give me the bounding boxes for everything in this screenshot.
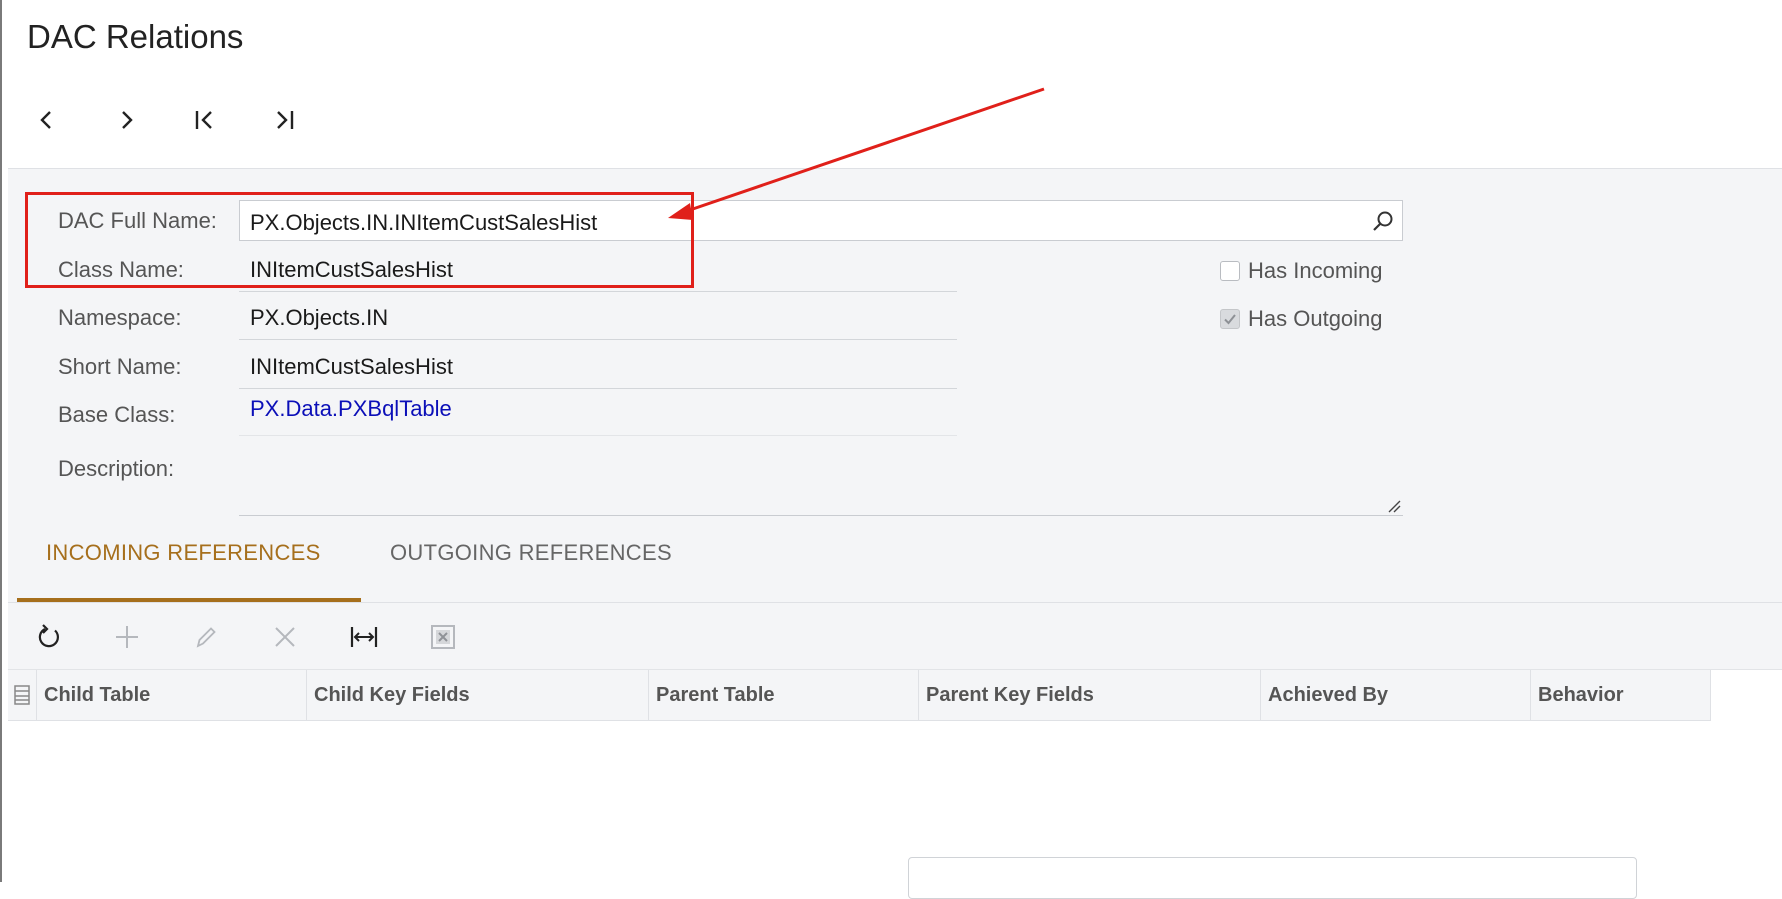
short-name-value: INItemCustSalesHist bbox=[250, 354, 453, 379]
column-header-behavior[interactable]: Behavior bbox=[1531, 670, 1711, 720]
search-icon[interactable] bbox=[1370, 208, 1396, 234]
has-outgoing-box[interactable] bbox=[1220, 309, 1240, 329]
column-header-parent-table[interactable]: Parent Table bbox=[649, 670, 919, 720]
refresh-button[interactable] bbox=[31, 619, 67, 655]
export-excel-icon bbox=[431, 625, 455, 649]
class-name-underline bbox=[239, 291, 957, 292]
first-page-icon bbox=[195, 111, 212, 129]
tab-incoming-references[interactable]: INCOMING REFERENCES bbox=[46, 540, 321, 566]
edit-row-button[interactable] bbox=[188, 619, 224, 655]
last-page-icon bbox=[277, 111, 294, 129]
base-class-link[interactable]: PX.Data.PXBqlTable bbox=[250, 396, 452, 422]
grid-toolbar bbox=[8, 603, 1782, 670]
namespace-value: PX.Objects.IN bbox=[250, 305, 389, 330]
add-icon bbox=[116, 626, 138, 648]
has-incoming-checkbox[interactable]: Has Incoming bbox=[1220, 258, 1383, 284]
description-textarea[interactable] bbox=[239, 443, 1403, 516]
add-row-button[interactable] bbox=[109, 619, 145, 655]
window-left-border bbox=[0, 0, 2, 882]
short-name-underline bbox=[239, 388, 957, 389]
fit-to-screen-icon bbox=[350, 627, 378, 647]
first-record-button[interactable] bbox=[185, 100, 225, 140]
has-incoming-label: Has Incoming bbox=[1248, 258, 1383, 283]
previous-record-button[interactable] bbox=[27, 100, 67, 140]
tab-outgoing-references[interactable]: OUTGOING REFERENCES bbox=[390, 540, 672, 566]
delete-row-button[interactable] bbox=[267, 619, 303, 655]
namespace-underline bbox=[239, 339, 957, 340]
fit-to-screen-button[interactable] bbox=[346, 619, 382, 655]
refresh-icon bbox=[38, 624, 59, 648]
has-outgoing-checkbox[interactable]: Has Outgoing bbox=[1220, 306, 1383, 332]
checkmark-icon bbox=[1224, 314, 1236, 325]
delete-icon bbox=[275, 627, 295, 647]
column-header-parent-key-fields[interactable]: Parent Key Fields bbox=[919, 670, 1261, 720]
next-record-button[interactable] bbox=[106, 100, 146, 140]
bottom-floating-panel bbox=[908, 857, 1637, 899]
resize-grip-icon[interactable] bbox=[1387, 499, 1401, 513]
active-tab-indicator bbox=[17, 598, 361, 602]
row-selector-column[interactable] bbox=[8, 670, 37, 720]
grid-header: Child Table Child Key Fields Parent Tabl… bbox=[8, 670, 1711, 721]
export-excel-button[interactable] bbox=[425, 619, 461, 655]
column-header-achieved-by[interactable]: Achieved By bbox=[1261, 670, 1531, 720]
page-title: DAC Relations bbox=[27, 18, 244, 55]
column-header-child-key-fields[interactable]: Child Key Fields bbox=[307, 670, 649, 720]
edit-icon bbox=[196, 627, 216, 648]
short-name-label: Short Name: bbox=[58, 354, 182, 379]
namespace-label: Namespace: bbox=[58, 305, 182, 330]
last-record-button[interactable] bbox=[264, 100, 304, 140]
has-outgoing-label: Has Outgoing bbox=[1248, 306, 1383, 331]
base-class-label: Base Class: bbox=[58, 402, 176, 427]
base-class-underline bbox=[239, 435, 957, 436]
has-incoming-box[interactable] bbox=[1220, 261, 1240, 281]
chevron-right-icon bbox=[122, 111, 133, 129]
column-config-icon bbox=[14, 685, 30, 705]
chevron-left-icon bbox=[40, 111, 51, 129]
description-label: Description: bbox=[58, 456, 175, 481]
column-header-child-table[interactable]: Child Table bbox=[37, 670, 307, 720]
annotation-highlight-box bbox=[25, 192, 694, 288]
